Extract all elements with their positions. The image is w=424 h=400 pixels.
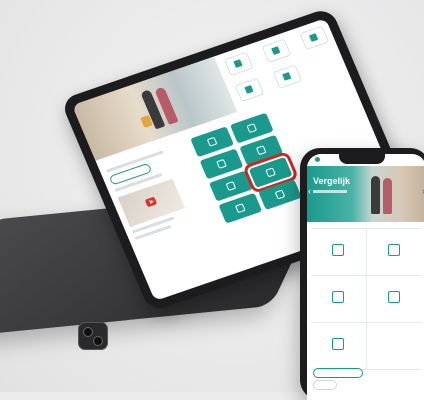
- phone-notch: [339, 154, 385, 164]
- service-item-empty: [366, 323, 422, 370]
- service-icon[interactable]: [272, 64, 303, 89]
- service-item[interactable]: [366, 229, 422, 276]
- hero-person: [371, 176, 380, 214]
- service-icon: [332, 338, 345, 350]
- service-icon[interactable]: [223, 51, 254, 77]
- play-icon[interactable]: [144, 196, 158, 208]
- phone-service-grid: [311, 228, 422, 370]
- service-item[interactable]: [311, 276, 367, 323]
- service-icon[interactable]: [299, 25, 330, 51]
- service-icon: [388, 244, 401, 256]
- camera-icon: [78, 322, 108, 350]
- service-icon: [332, 291, 345, 303]
- service-icon[interactable]: [261, 38, 292, 64]
- hero-subtitle-line: [313, 190, 347, 193]
- service-item[interactable]: [311, 229, 367, 276]
- service-icon[interactable]: [234, 77, 265, 102]
- hero-title: Vergelijk: [313, 176, 351, 186]
- service-icon: [332, 244, 345, 256]
- phone-hero-banner: Vergelijk ‹ ›: [307, 166, 424, 222]
- secondary-button[interactable]: [313, 380, 337, 390]
- app-logo-icon: [315, 157, 320, 162]
- service-item[interactable]: [311, 323, 367, 370]
- contact-button[interactable]: [313, 368, 363, 378]
- service-icon: [388, 291, 401, 303]
- hero-person: [383, 178, 392, 214]
- phone-device: Vergelijk ‹ ›: [300, 148, 424, 400]
- phone-screen: Vergelijk ‹ ›: [307, 154, 424, 400]
- service-item[interactable]: [366, 276, 422, 323]
- chevron-left-icon[interactable]: ‹: [308, 186, 311, 196]
